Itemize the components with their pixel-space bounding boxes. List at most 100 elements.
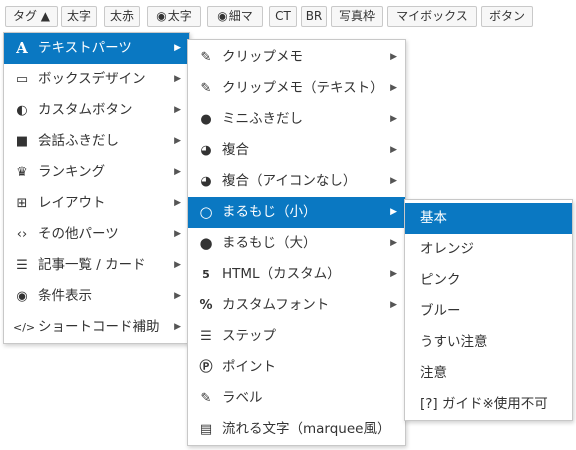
eye-icon: ◉ (16, 289, 28, 304)
submenu-item-composite-no-icon[interactable]: ◕ 複合（アイコンなし） ▶ (188, 166, 405, 197)
submenu-item-label: カスタムフォント (222, 297, 330, 313)
color-option-light-caution[interactable]: うすい注意 (405, 327, 572, 358)
color-option-label: オレンジ (420, 241, 474, 257)
color-option-orange[interactable]: オレンジ (405, 234, 572, 265)
chevron-right-icon: ▶ (174, 229, 181, 239)
photo-frame-button[interactable]: 写真枠 (331, 6, 383, 27)
user-circle-icon: ◉ (156, 9, 167, 23)
menu-item-layout[interactable]: ⊞ レイアウト ▶ (4, 188, 189, 219)
color-option-label: ブルー (420, 303, 461, 319)
color-option-label: 基本 (420, 210, 447, 226)
toggle-icon: ◐ (16, 103, 28, 118)
code-icon: ‹› (16, 227, 28, 242)
circle-outline-icon: ○ (199, 203, 213, 221)
submenu-item-label: ミニふきだし (222, 111, 303, 127)
pie-icon: ◕ (200, 143, 212, 158)
color-option-label: うすい注意 (420, 334, 488, 350)
button-insert-button[interactable]: ボタン (481, 6, 533, 27)
menu-item-label: テキストパーツ (38, 40, 132, 56)
br-button[interactable]: BR (301, 6, 327, 27)
crown-icon: ♛ (16, 165, 28, 180)
submenu-item-mini-bubble[interactable]: ● ミニふきだし ▶ (188, 104, 405, 135)
submenu-item-composite[interactable]: ◕ 複合 ▶ (188, 135, 405, 166)
chevron-right-icon: ▶ (390, 145, 397, 155)
color-option-label: ピンク (420, 272, 461, 288)
chevron-right-icon: ▶ (390, 114, 397, 124)
code-slash-icon: </> (13, 321, 36, 334)
photo-frame-button-label: 写真枠 (338, 9, 375, 23)
user-bold-button[interactable]: ◉太字 (147, 6, 201, 27)
submenu-item-clip-memo-text[interactable]: ✎ クリップメモ（テキスト） ▶ (188, 73, 405, 104)
list-ol-icon: ☰ (200, 329, 212, 344)
editor-toolbar: タグ ▲ 太字 太赤 ◉太字 ◉細マ CT BR 写真枠 マイボックス ボタン (0, 0, 576, 34)
menu-item-text-parts[interactable]: A テキストパーツ ▶ (4, 33, 189, 64)
menu-item-label: 会話ふきだし (38, 133, 119, 149)
menu-item-conditional-display[interactable]: ◉ 条件表示 ▶ (4, 281, 189, 312)
menu-item-custom-button[interactable]: ◐ カスタムボタン ▶ (4, 95, 189, 126)
color-option-caution[interactable]: 注意 (405, 358, 572, 389)
chevron-right-icon: ▶ (390, 300, 397, 310)
bold-button[interactable]: 太字 (61, 6, 97, 27)
submenu-item-marquee[interactable]: ▤ 流れる文字（marquee風） (188, 414, 405, 445)
bold-red-button[interactable]: 太赤 (104, 6, 140, 27)
chevron-right-icon: ▶ (174, 105, 181, 115)
br-button-label: BR (305, 9, 323, 23)
chevron-right-icon: ▶ (390, 176, 397, 186)
submenu-item-label: ラベル (222, 390, 263, 406)
submenu-item-clip-memo[interactable]: ✎ クリップメモ ▶ (188, 42, 405, 73)
user-marker-button[interactable]: ◉細マ (207, 6, 263, 27)
tag-dropdown-label: タグ ▲ (12, 9, 51, 23)
paperclip-icon: ✎ (200, 81, 212, 96)
menu-item-article-list[interactable]: ☰ 記事一覧 / カード ▶ (4, 250, 189, 281)
chevron-right-icon: ▶ (174, 74, 181, 84)
submenu-item-label: 複合（アイコンなし） (222, 173, 357, 189)
submenu-item-label: まるもじ（小） (222, 204, 317, 220)
menu-item-label: ランキング (38, 164, 106, 180)
pencil-square-icon: ✎ (200, 391, 212, 406)
submenu-item-label: クリップメモ（テキスト） (222, 80, 384, 96)
newspaper-icon: ▤ (199, 422, 213, 437)
menu-item-label: 記事一覧 / カード (38, 257, 146, 273)
color-option-guide-disabled[interactable]: [?] ガイド※使用不可 (405, 389, 572, 420)
ct-button[interactable]: CT (269, 6, 297, 27)
menu-item-box-design[interactable]: ▭ ボックスデザイン ▶ (4, 64, 189, 95)
percent-icon: % (199, 298, 213, 313)
color-option-basic[interactable]: 基本 (405, 203, 572, 234)
html5-icon: 5 (202, 268, 210, 281)
menu-item-label: ボックスデザイン (38, 71, 146, 87)
menu-item-ranking[interactable]: ♛ ランキング ▶ (4, 157, 189, 188)
chevron-right-icon: ▶ (390, 207, 397, 217)
bold-button-label: 太字 (66, 9, 91, 23)
ct-button-label: CT (275, 9, 291, 23)
submenu-item-point[interactable]: Ⓟ ポイント (188, 352, 405, 383)
chevron-right-icon: ▶ (174, 136, 181, 146)
menu-item-other-parts[interactable]: ‹› その他パーツ ▶ (4, 219, 189, 250)
submenu-item-label: クリップメモ (222, 49, 303, 65)
menu-item-speech-bubble[interactable]: ■ 会話ふきだし ▶ (4, 126, 189, 157)
submenu-item-label-part[interactable]: ✎ ラベル (188, 383, 405, 414)
text-parts-submenu: ✎ クリップメモ ▶ ✎ クリップメモ（テキスト） ▶ ● ミニふきだし ▶ ◕ 複合 ▶ ◕ 複… (187, 39, 406, 446)
my-box-button[interactable]: マイボックス (387, 6, 477, 27)
chevron-right-icon: ▶ (174, 260, 181, 270)
tag-dropdown-button[interactable]: タグ ▲ (5, 6, 58, 27)
pie-icon: ◕ (200, 174, 212, 189)
color-option-blue[interactable]: ブルー (405, 296, 572, 327)
submenu-item-circle-char-large[interactable]: ● まるもじ（大） ▶ (188, 228, 405, 259)
p-circle-icon: Ⓟ (199, 360, 213, 375)
menu-item-label: その他パーツ (38, 226, 119, 242)
color-option-pink[interactable]: ピンク (405, 265, 572, 296)
font-a-icon: A (16, 39, 28, 57)
user-circle-icon: ◉ (217, 9, 228, 23)
chevron-right-icon: ▶ (174, 322, 181, 332)
circle-filled-icon: ● (199, 234, 213, 252)
submenu-item-custom-font[interactable]: % カスタムフォント ▶ (188, 290, 405, 321)
chevron-right-icon: ▶ (174, 198, 181, 208)
chevron-right-icon: ▶ (390, 83, 397, 93)
menu-item-label: カスタムボタン (38, 102, 133, 118)
submenu-item-html-custom[interactable]: 5 HTML（カスタム） ▶ (188, 259, 405, 290)
menu-item-label: ショートコード補助 (38, 319, 160, 335)
menu-item-shortcode-helper[interactable]: </> ショートコード補助 ▶ (4, 312, 189, 343)
submenu-item-circle-char-small[interactable]: ○ まるもじ（小） ▶ (188, 197, 405, 228)
submenu-item-step[interactable]: ☰ ステップ (188, 321, 405, 352)
chevron-right-icon: ▶ (174, 167, 181, 177)
